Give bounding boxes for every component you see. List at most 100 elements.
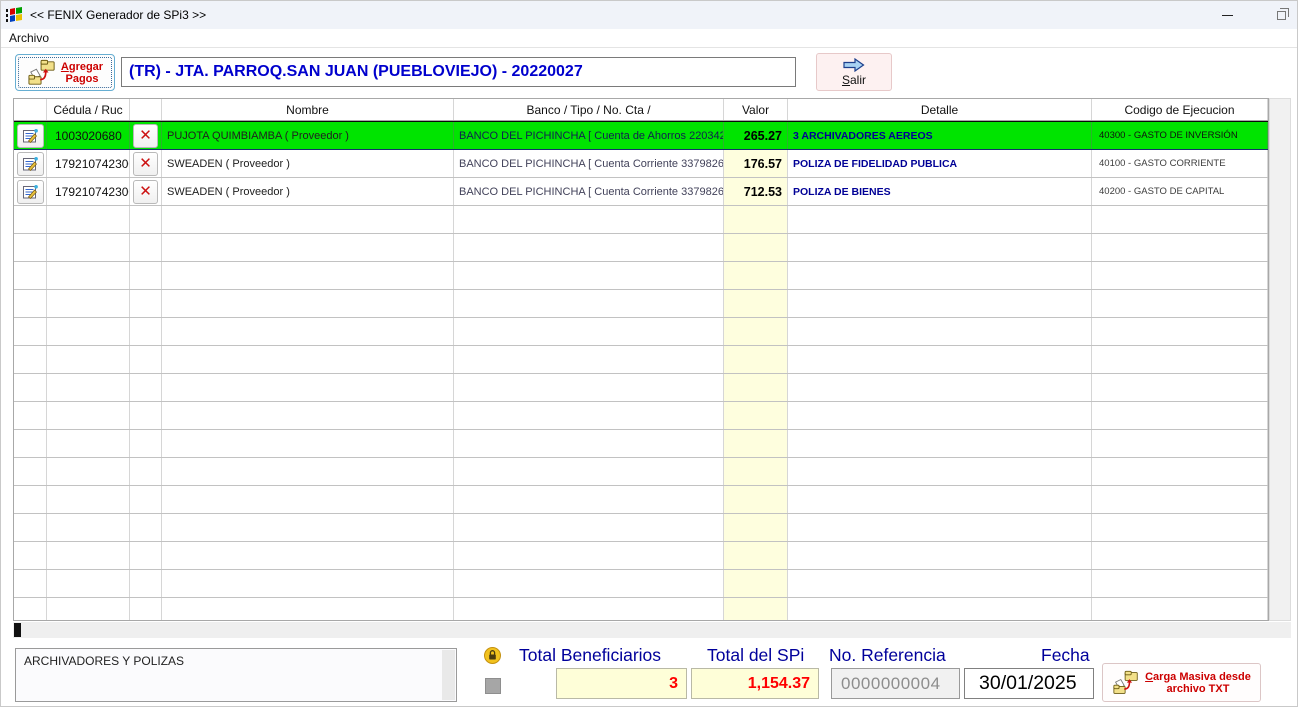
empty-table-row[interactable] — [14, 514, 1268, 542]
grid-body: 1003020680 ✕ PUJOTA QUIMBIAMBA ( Proveedor… — [14, 121, 1268, 620]
notes-scrollbar[interactable] — [442, 650, 455, 700]
valor-cell: 712.53 — [724, 178, 788, 205]
notes-text: ARCHIVADORES Y POLIZAS — [24, 654, 185, 668]
delete-row-button[interactable]: ✕ — [133, 123, 158, 148]
nombre-cell: SWEADEN ( Proveedor ) — [162, 178, 454, 205]
detalle-cell: POLIZA DE FIDELIDAD PUBLICA — [788, 150, 1092, 177]
referencia-field: 0000000004 — [831, 668, 960, 699]
empty-table-row[interactable] — [14, 430, 1268, 458]
carga-masiva-label: Carga Masiva desde archivo TXT — [1145, 670, 1251, 695]
folder-transfer-icon — [1113, 670, 1138, 694]
salir-button[interactable]: Salir — [816, 53, 892, 91]
referencia-value: 0000000004 — [841, 673, 941, 693]
empty-table-row[interactable] — [14, 570, 1268, 598]
empty-table-row[interactable] — [14, 234, 1268, 262]
fecha-value: 30/01/2025 — [979, 672, 1077, 694]
empty-table-row[interactable] — [14, 542, 1268, 570]
delete-x-icon: ✕ — [139, 126, 152, 144]
delete-row-button[interactable]: ✕ — [133, 151, 158, 176]
restore-button[interactable] — [1259, 1, 1297, 29]
empty-table-row[interactable] — [14, 318, 1268, 346]
total-spi-field: 1,154.37 — [691, 668, 819, 699]
empty-table-row[interactable] — [14, 402, 1268, 430]
detalle-cell: POLIZA DE BIENES — [788, 178, 1092, 205]
total-beneficiarios-value: 3 — [669, 674, 678, 692]
carga-masiva-button[interactable]: Carga Masiva desde archivo TXT — [1102, 663, 1261, 702]
exit-arrow-icon — [843, 57, 865, 72]
empty-table-row[interactable] — [14, 598, 1268, 620]
header-edit-col — [14, 99, 47, 120]
referencia-label: No. Referencia — [829, 645, 946, 665]
salir-label: Salir — [841, 72, 867, 87]
table-row[interactable]: 1003020680 ✕ PUJOTA QUIMBIAMBA ( Proveedor… — [14, 121, 1268, 150]
nombre-cell: SWEADEN ( Proveedor ) — [162, 150, 454, 177]
notes-textarea[interactable]: ARCHIVADORES Y POLIZAS — [15, 648, 457, 702]
delete-cell: ✕ — [130, 150, 162, 177]
fecha-label: Fecha — [1041, 645, 1090, 665]
app-window-icon — [6, 7, 22, 22]
header-banco: Banco / Tipo / No. Cta / — [454, 99, 724, 120]
focus-rect — [18, 57, 112, 88]
banco-cell: BANCO DEL PICHINCHA [ Cuenta Corriente 3… — [454, 150, 724, 177]
codigo-cell: 40300 - GASTO DE INVERSIÓN — [1092, 122, 1268, 149]
delete-cell: ✕ — [130, 122, 162, 149]
delete-cell: ✕ — [130, 178, 162, 205]
header-nombre: Nombre — [162, 99, 454, 120]
total-beneficiarios-label: Total Beneficiarios — [519, 645, 662, 665]
header-cedula: Cédula / Ruc — [47, 99, 130, 120]
menu-bar: Archivo — [1, 29, 1297, 48]
minimize-button[interactable] — [1205, 1, 1249, 29]
window-title: << FENIX Generador de SPi3 >> — [30, 8, 207, 22]
edit-cell — [14, 178, 47, 205]
total-spi-value: 1,154.37 — [747, 674, 810, 692]
total-spi-label: Total del SPi — [707, 645, 805, 665]
app-window: << FENIX Generador de SPi3 >> Archivo Ag… — [0, 0, 1298, 707]
banco-cell: BANCO DEL PICHINCHA [ Cuenta de Ahorros … — [454, 122, 724, 149]
grid-horizontal-scrollbar[interactable] — [13, 622, 1291, 638]
header-valor: Valor — [724, 99, 788, 120]
cedula-cell: 1792107423001 — [47, 178, 130, 205]
empty-table-row[interactable] — [14, 262, 1268, 290]
edit-form-icon — [22, 156, 38, 171]
valor-cell: 176.57 — [724, 150, 788, 177]
minimize-icon — [1221, 14, 1233, 16]
edit-cell — [14, 122, 47, 149]
empty-table-row[interactable] — [14, 458, 1268, 486]
cedula-cell: 1003020680 — [47, 122, 130, 149]
delete-x-icon: ✕ — [139, 154, 152, 172]
title-bar: << FENIX Generador de SPi3 >> — [1, 1, 1297, 29]
gray-indicator-button[interactable] — [485, 678, 501, 694]
entity-name-input[interactable]: (TR) - JTA. PARROQ.SAN JUAN (PUEBLOVIEJO… — [121, 57, 796, 87]
edit-cell — [14, 150, 47, 177]
table-row[interactable]: 1792107423001 ✕ SWEADEN ( Proveedor )BANCO… — [14, 150, 1268, 178]
grid-vertical-scrollbar[interactable] — [1269, 98, 1291, 621]
header-codigo: Codigo de Ejecucion — [1092, 99, 1268, 120]
scrollbar-thumb[interactable] — [14, 623, 21, 637]
table-row[interactable]: 1792107423001 ✕ SWEADEN ( Proveedor )BANCO… — [14, 178, 1268, 206]
lock-icon[interactable] — [484, 647, 501, 664]
edit-row-button[interactable] — [16, 179, 44, 204]
empty-table-row[interactable] — [14, 290, 1268, 318]
edit-row-button[interactable] — [16, 123, 44, 148]
empty-table-row[interactable] — [14, 346, 1268, 374]
delete-row-button[interactable]: ✕ — [133, 179, 158, 204]
nombre-cell: PUJOTA QUIMBIAMBA ( Proveedor ) — [162, 122, 454, 149]
edit-form-icon — [22, 184, 38, 199]
restore-icon — [1276, 7, 1289, 20]
empty-table-row[interactable] — [14, 486, 1268, 514]
codigo-cell: 40200 - GASTO DE CAPITAL — [1092, 178, 1268, 205]
edit-row-button[interactable] — [16, 151, 44, 176]
empty-table-row[interactable] — [14, 206, 1268, 234]
codigo-cell: 40100 - GASTO CORRIENTE — [1092, 150, 1268, 177]
header-detalle: Detalle — [788, 99, 1092, 120]
delete-x-icon: ✕ — [139, 182, 152, 200]
fecha-field[interactable]: 30/01/2025 — [964, 668, 1094, 699]
menu-archivo[interactable]: Archivo — [1, 29, 57, 47]
edit-form-icon — [22, 128, 38, 143]
cedula-cell: 1792107423001 — [47, 150, 130, 177]
agregar-pagos-button[interactable]: Agregar Pagos — [15, 54, 115, 91]
empty-table-row[interactable] — [14, 374, 1268, 402]
payments-grid: Cédula / Ruc Nombre Banco / Tipo / No. C… — [13, 98, 1269, 621]
banco-cell: BANCO DEL PICHINCHA [ Cuenta Corriente 3… — [454, 178, 724, 205]
valor-cell: 265.27 — [724, 122, 788, 149]
